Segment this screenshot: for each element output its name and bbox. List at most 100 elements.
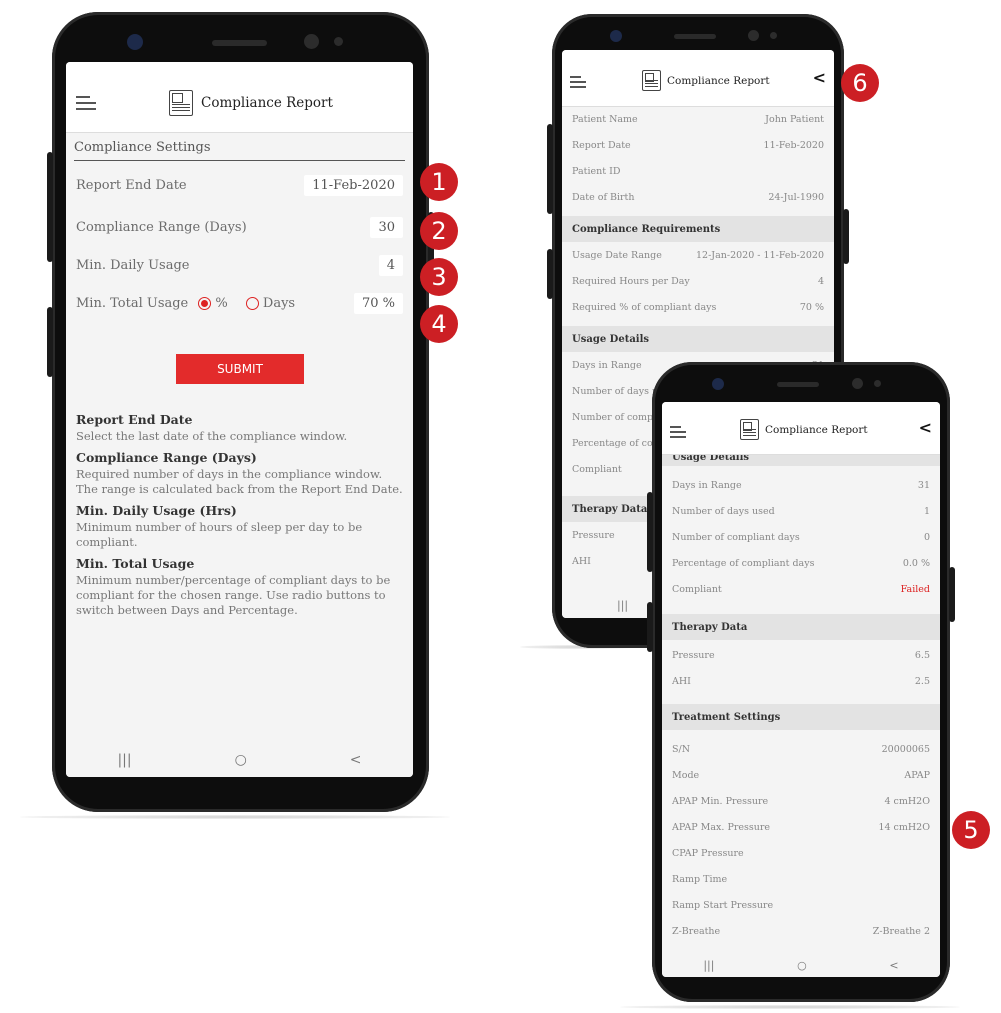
- row-label: APAP Min. Pressure: [672, 796, 769, 807]
- row-value: 0: [923, 532, 930, 543]
- back-button[interactable]: <: [889, 959, 898, 972]
- speaker-grille: [674, 34, 716, 39]
- section-header: Usage Details: [562, 326, 834, 352]
- callout-badge-6: 6: [841, 64, 879, 102]
- report-row: Required Hours per Day 4: [572, 276, 824, 287]
- row-label: Number of comp: [572, 412, 654, 423]
- row-value: 4 cmH2O: [884, 796, 930, 807]
- report-icon: [642, 70, 661, 91]
- recent-apps-button[interactable]: |||: [617, 599, 628, 612]
- help-body: Required number of days in the complianc…: [76, 467, 403, 496]
- report-row: Pressure 6.5: [672, 650, 930, 661]
- report-row: Date of Birth 24-Jul-1990: [572, 192, 824, 203]
- section-header: Treatment Settings: [662, 704, 940, 730]
- row-label: Number of compliant days: [672, 532, 800, 543]
- menu-icon[interactable]: [76, 96, 96, 110]
- side-button: [47, 152, 53, 262]
- share-icon[interactable]: <: [919, 418, 932, 437]
- row-value: Z-Breathe 2: [872, 926, 930, 937]
- app-bar: Compliance Report <: [662, 402, 940, 455]
- setting-label: Min. Total Usage: [76, 295, 189, 311]
- row-label: Required % of compliant days: [572, 302, 717, 313]
- side-button: [47, 307, 53, 377]
- help-title: Min. Daily Usage (Hrs): [76, 503, 237, 518]
- speaker-grille: [212, 40, 267, 46]
- camera-icon: [610, 30, 622, 42]
- row-value: 1: [923, 506, 930, 517]
- menu-icon[interactable]: [570, 76, 586, 88]
- callout-badge-4: 4: [420, 305, 458, 343]
- row-label: Compliant: [572, 464, 622, 475]
- end-date-field[interactable]: 11-Feb-2020: [304, 174, 403, 196]
- app-title-text: Compliance Report: [201, 95, 333, 111]
- submit-button[interactable]: SUBMIT: [176, 354, 304, 384]
- row-label: Days in Range: [672, 480, 742, 491]
- app-title-text: Compliance Report: [765, 423, 868, 436]
- home-button[interactable]: ○: [235, 752, 247, 768]
- row-value: 4: [817, 276, 824, 287]
- side-button: [547, 124, 553, 214]
- sensor-icon: [304, 34, 319, 49]
- power-button: [949, 567, 955, 622]
- total-usage-field[interactable]: 70 %: [353, 292, 403, 314]
- daily-usage-field[interactable]: 4: [378, 254, 403, 276]
- radio-percent[interactable]: [198, 296, 212, 310]
- recent-apps-button[interactable]: |||: [703, 959, 714, 972]
- side-button: [647, 602, 653, 652]
- callout-badge-2: 2: [420, 212, 458, 250]
- setting-row-daily: Min. Daily Usage 4: [76, 252, 403, 278]
- setting-row-total: Min. Total Usage % Days 70 %: [76, 290, 403, 316]
- row-value: John Patient: [765, 114, 824, 125]
- report-row: AHI 2.5: [672, 676, 930, 687]
- app-title: Compliance Report: [740, 419, 868, 440]
- row-label: Patient ID: [572, 166, 621, 177]
- sensor-icon: [770, 32, 777, 39]
- app-title: Compliance Report: [169, 90, 333, 116]
- row-label: Ramp Time: [672, 874, 728, 885]
- row-label: Days in Range: [572, 360, 642, 371]
- side-button: [647, 492, 653, 572]
- range-field[interactable]: 30: [370, 216, 403, 238]
- setting-label-group: Min. Total Usage % Days: [76, 296, 295, 311]
- row-value: 20000065: [881, 744, 930, 755]
- report-row: S/N 20000065: [672, 744, 930, 755]
- home-button[interactable]: ○: [797, 959, 807, 972]
- camera-icon: [127, 34, 143, 50]
- row-value: 2.5: [914, 676, 930, 687]
- report-row: Required % of compliant days 70 %: [572, 302, 824, 313]
- row-label: Number of days used: [672, 506, 775, 517]
- speaker-grille: [777, 382, 819, 387]
- report-row: Patient ID: [572, 166, 824, 177]
- report-icon: [169, 90, 193, 116]
- menu-icon[interactable]: [670, 426, 686, 438]
- app-title: Compliance Report: [642, 70, 770, 91]
- row-label: Compliant: [672, 584, 722, 595]
- back-button[interactable]: <: [350, 752, 362, 768]
- sensor-icon: [874, 380, 881, 387]
- row-label: APAP Max. Pressure: [672, 822, 771, 833]
- radio-days[interactable]: [245, 296, 259, 310]
- report-row: Ramp Time: [672, 874, 930, 885]
- section-header-text: Compliance Settings: [74, 139, 211, 155]
- report-row: Compliant Failed: [672, 584, 930, 595]
- side-button: [547, 249, 553, 299]
- app-bar: Compliance Report <: [562, 50, 834, 107]
- row-label: Percentage of co: [572, 438, 653, 449]
- callout-badge-5: 5: [952, 811, 990, 849]
- share-icon[interactable]: <: [813, 68, 826, 87]
- report-icon: [740, 419, 759, 440]
- setting-label: Min. Daily Usage: [76, 257, 190, 273]
- recent-apps-button[interactable]: |||: [117, 752, 131, 768]
- app-bar: Compliance Report: [66, 62, 413, 133]
- row-label: Pressure: [672, 650, 715, 661]
- help-title: Min. Total Usage: [76, 556, 195, 571]
- radio-percent-label: %: [215, 295, 228, 311]
- help-text: Report End Date Select the last date of …: [76, 412, 403, 624]
- report-row: CPAP Pressure: [672, 848, 930, 859]
- screen: Compliance Report < Usage Details Days i…: [662, 402, 940, 977]
- section-header: Compliance Settings: [74, 134, 405, 161]
- row-value: 12-Jan-2020 - 11-Feb-2020: [696, 250, 824, 261]
- setting-row-end-date: Report End Date 11-Feb-2020: [76, 172, 403, 198]
- row-value: 0.0 %: [902, 558, 930, 569]
- row-label: Usage Date Range: [572, 250, 662, 261]
